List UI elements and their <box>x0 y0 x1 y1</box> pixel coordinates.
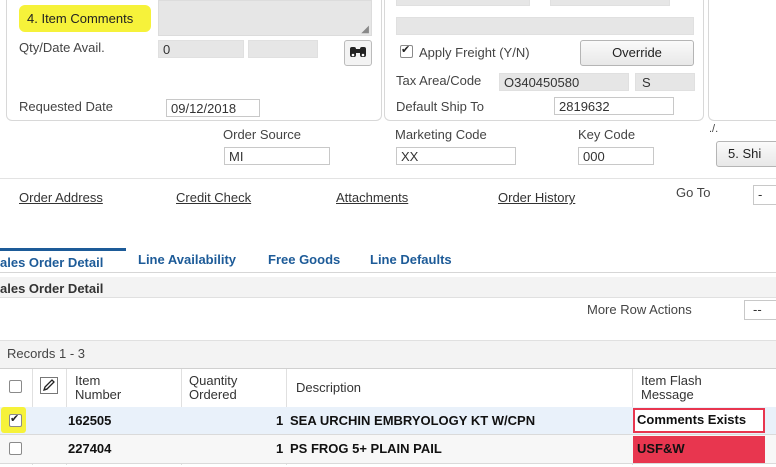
right-partial-panel <box>708 0 776 121</box>
order-history-link[interactable]: Order History <box>498 190 575 205</box>
credit-check-link[interactable]: Credit Check <box>176 190 251 205</box>
tax-area-field[interactable]: O340450580 <box>499 73 629 91</box>
order-source-field[interactable]: MI <box>224 147 330 165</box>
row-quantity[interactable]: 1 <box>276 441 283 456</box>
tax-code-field[interactable]: S <box>635 73 695 91</box>
links-divider <box>0 178 776 179</box>
row-checkbox[interactable] <box>9 412 22 427</box>
default-ship-field[interactable]: 2819632 <box>554 97 674 115</box>
row-item-number[interactable]: 162505 <box>68 413 111 428</box>
order-source-label: Order Source <box>223 127 302 142</box>
header-flash-message-1[interactable]: Item Flash <box>641 374 702 388</box>
order-address-link[interactable]: Order Address <box>19 190 103 205</box>
header-description[interactable]: Description <box>296 381 361 395</box>
header-item-number-2[interactable]: Number <box>75 388 121 402</box>
override-button[interactable]: Override <box>580 40 694 66</box>
default-ship-label: Default Ship To <box>396 99 484 114</box>
go-to-label: Go To <box>676 185 711 200</box>
row-description: SEA URCHIN EMBRYOLOGY KT W/CPN <box>290 413 536 428</box>
apply-freight-checkbox[interactable] <box>400 43 413 58</box>
header-flash-message-2[interactable]: Message <box>641 388 694 402</box>
go-to-select[interactable]: - <box>753 185 776 205</box>
header-item-number-1[interactable]: Item <box>75 374 100 388</box>
top-partial-field-2[interactable] <box>550 0 670 6</box>
qty-avail-field[interactable]: 0 <box>158 40 244 58</box>
more-row-actions-label: More Row Actions <box>587 302 692 317</box>
apply-freight-label: Apply Freight (Y/N) <box>419 45 530 60</box>
date-avail-field[interactable] <box>248 40 318 58</box>
records-bar <box>0 340 776 369</box>
requested-date-field[interactable]: 09/12/2018 <box>166 99 260 117</box>
attachments-link[interactable]: Attachments <box>336 190 408 205</box>
section-header-bar <box>0 277 776 298</box>
ship-button[interactable]: 5. Shi <box>716 141 776 167</box>
row-description: PS FROG 5+ PLAIN PAIL <box>290 441 442 456</box>
key-code-field[interactable]: 000 <box>578 147 654 165</box>
binoculars-icon[interactable] <box>344 40 372 66</box>
row-flash-message: Comments Exists <box>637 412 747 427</box>
tab-active-underline <box>0 248 126 251</box>
tab-line-availability[interactable]: Line Availability <box>138 252 236 267</box>
freight-desc-field[interactable] <box>396 17 694 35</box>
row-flash-message: USF&W <box>637 441 685 456</box>
item-comments-textarea[interactable]: ◢ <box>158 0 372 36</box>
top-partial-field-1[interactable] <box>396 0 530 6</box>
tab-free-goods[interactable]: Free Goods <box>268 252 340 267</box>
requested-date-label: Requested Date <box>19 99 113 114</box>
more-row-actions-select[interactable]: -- <box>744 300 776 320</box>
tab-line-defaults[interactable]: Line Defaults <box>370 252 452 267</box>
tab-sales-order-detail[interactable]: ales Order Detail <box>0 255 103 270</box>
row-quantity[interactable]: 1 <box>276 413 283 428</box>
edit-icon[interactable] <box>40 377 58 394</box>
item-comments-label[interactable]: 4. Item Comments <box>27 11 133 26</box>
fragment-text: ./. <box>709 123 719 135</box>
tax-area-label: Tax Area/Code <box>396 73 482 88</box>
select-all-checkbox[interactable] <box>9 380 22 393</box>
records-count: Records 1 - 3 <box>7 346 86 361</box>
header-quantity-2[interactable]: Ordered <box>189 388 237 402</box>
key-code-label: Key Code <box>578 127 636 142</box>
header-quantity-1[interactable]: Quantity <box>189 374 237 388</box>
resize-grip-icon[interactable]: ◢ <box>361 24 369 35</box>
qty-date-label: Qty/Date Avail. <box>19 40 105 55</box>
tab-bar-line <box>0 272 776 273</box>
row-item-number[interactable]: 227404 <box>68 441 111 456</box>
row-checkbox[interactable] <box>9 442 22 455</box>
marketing-code-label: Marketing Code <box>395 127 487 142</box>
marketing-code-field[interactable]: XX <box>396 147 516 165</box>
section-title: ales Order Detail <box>0 281 104 296</box>
